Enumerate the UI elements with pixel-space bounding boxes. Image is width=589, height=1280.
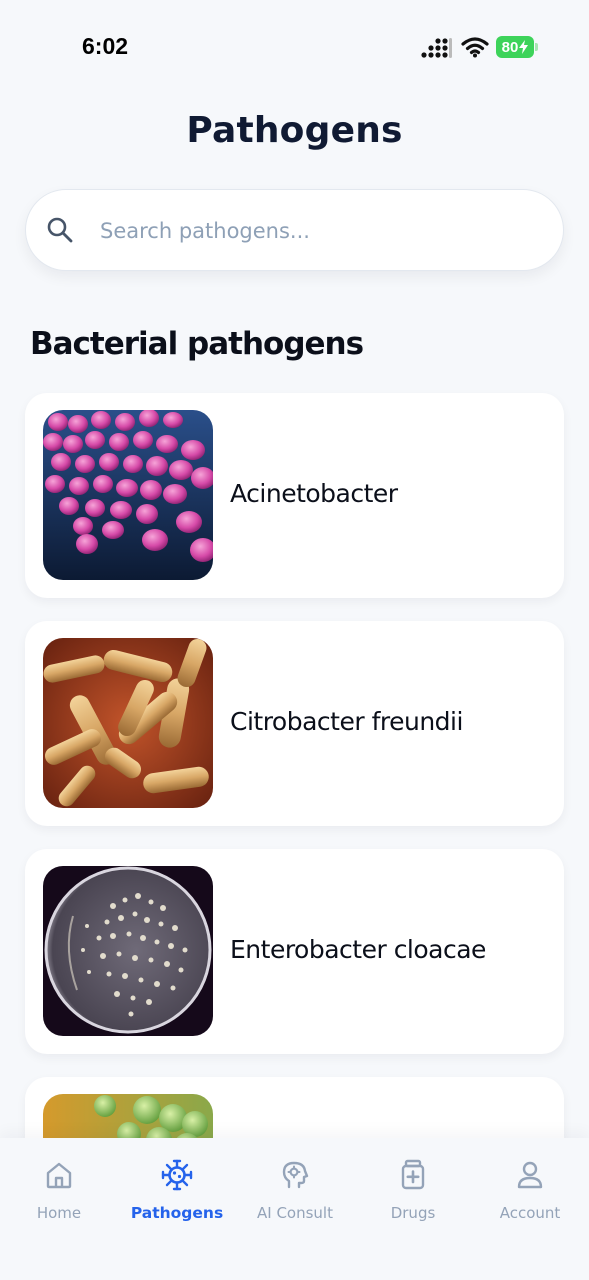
user-icon [517,1161,543,1189]
tab-pathogens[interactable]: Pathogens [118,1138,236,1248]
status-time: 6:02 [82,33,129,59]
pathogen-image [43,410,213,580]
bottom-tab-bar: Home Pathogens AI Consult Drugs Account [0,1138,589,1280]
tab-label: Home [36,1204,82,1222]
pathogen-name: Citrobacter freundii [230,707,463,736]
battery-cap [535,43,538,51]
charging-bolt-icon [519,40,529,54]
battery-level: 80 [501,38,519,56]
pathogen-name: Acinetobacter [230,479,398,508]
medicine-icon [401,1159,425,1190]
pathogen-image [43,638,213,808]
search-input[interactable] [100,212,530,250]
tab-label: Drugs [390,1204,436,1222]
section-title: Bacterial pathogens [30,326,364,362]
status-bar: 6:02 80 [0,0,589,96]
search-icon [47,217,73,243]
tab-label: Pathogens [130,1204,224,1222]
battery-indicator: 80 [496,36,534,58]
pathogen-card[interactable]: Enterobacter cloacae [25,849,564,1054]
search-bar[interactable] [25,189,564,271]
page-title: Pathogens [186,110,403,151]
brain-icon [282,1161,309,1189]
virus-icon [161,1159,193,1191]
tab-label: Account [499,1204,561,1222]
tab-home[interactable]: Home [0,1138,118,1248]
cellular-signal-icon [421,38,452,58]
tab-account[interactable]: Account [471,1138,589,1248]
tab-label: AI Consult [257,1204,333,1222]
pathogen-name: Enterobacter cloacae [230,935,486,964]
wifi-icon [461,37,489,58]
pathogen-card[interactable]: Citrobacter freundii [25,621,564,826]
tab-drugs[interactable]: Drugs [354,1138,472,1248]
pathogen-image [43,866,213,1036]
tab-ai-consult[interactable]: AI Consult [236,1138,354,1248]
home-icon [46,1162,72,1189]
pathogen-card[interactable]: Acinetobacter [25,393,564,598]
